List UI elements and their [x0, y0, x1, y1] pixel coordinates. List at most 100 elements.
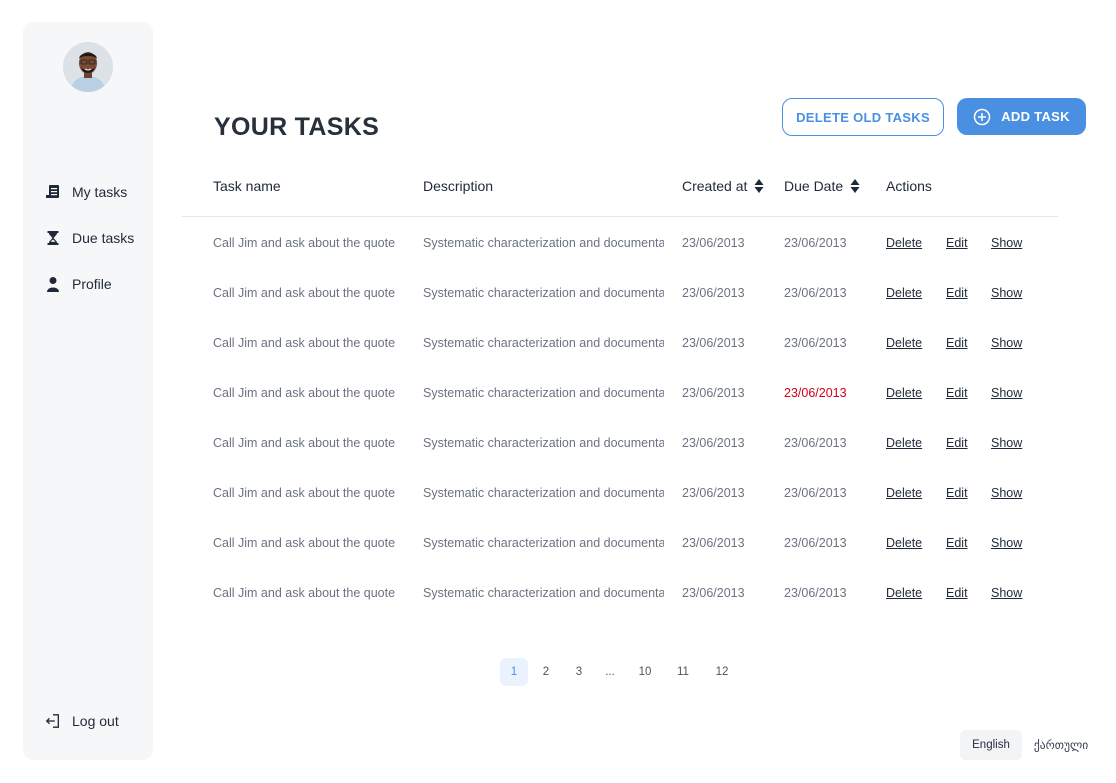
- edit-link[interactable]: Edit: [946, 586, 968, 600]
- add-task-label: ADD TASK: [1001, 109, 1070, 124]
- delete-link[interactable]: Delete: [886, 536, 922, 550]
- due-date-cell: 23/06/2013: [784, 236, 847, 250]
- due-date-cell: 23/06/2013: [784, 586, 847, 600]
- table-row: Call Jim and ask about the quote Systemat…: [0, 586, 1116, 606]
- column-header-description: Description: [423, 178, 493, 194]
- delete-old-tasks-label: DELETE OLD TASKS: [796, 109, 930, 125]
- created-at-cell: 23/06/2013: [682, 486, 745, 500]
- add-task-button[interactable]: ADD TASK: [957, 98, 1086, 135]
- description-cell: Systematic characterization and document…: [423, 536, 664, 550]
- description-cell: Systematic characterization and document…: [423, 436, 664, 450]
- task-name-cell: Call Jim and ask about the quote: [213, 236, 396, 250]
- delete-link[interactable]: Delete: [886, 586, 922, 600]
- task-name-cell: Call Jim and ask about the quote: [213, 586, 396, 600]
- show-link[interactable]: Show: [991, 336, 1022, 350]
- due-date-cell: 23/06/2013: [784, 336, 847, 350]
- description-cell: Systematic characterization and document…: [423, 386, 664, 400]
- column-header-actions: Actions: [886, 178, 932, 194]
- sort-icon[interactable]: [850, 178, 860, 194]
- column-header-created-at[interactable]: Created at: [682, 178, 764, 194]
- sidebar-item-label: My tasks: [72, 184, 128, 200]
- show-link[interactable]: Show: [991, 536, 1022, 550]
- column-header-label: Task name: [213, 178, 281, 194]
- language-english-button[interactable]: English: [960, 730, 1022, 760]
- show-link[interactable]: Show: [991, 486, 1022, 500]
- page-ellipsis: ...: [605, 666, 615, 678]
- sidebar-item-my-tasks[interactable]: My tasks: [45, 180, 127, 204]
- sort-icon[interactable]: [754, 178, 764, 194]
- created-at-cell: 23/06/2013: [682, 386, 745, 400]
- avatar-photo: [63, 42, 113, 92]
- created-at-cell: 23/06/2013: [682, 586, 745, 600]
- table-header-divider: [182, 216, 1058, 217]
- due-date-cell: 23/06/2013: [784, 286, 847, 300]
- show-link[interactable]: Show: [991, 436, 1022, 450]
- created-at-cell: 23/06/2013: [682, 436, 745, 450]
- page-button-2[interactable]: 2: [532, 658, 560, 686]
- description-cell: Systematic characterization and document…: [423, 286, 664, 300]
- edit-link[interactable]: Edit: [946, 536, 968, 550]
- pagination: 1 2 3 ... 10 11 12: [0, 658, 1116, 686]
- task-name-cell: Call Jim and ask about the quote: [213, 486, 396, 500]
- logout-button[interactable]: Log out: [45, 709, 119, 733]
- page-button-1[interactable]: 1: [500, 658, 528, 686]
- page-button-10[interactable]: 10: [631, 658, 659, 686]
- delete-link[interactable]: Delete: [886, 436, 922, 450]
- due-date-cell: 23/06/2013: [784, 536, 847, 550]
- created-at-cell: 23/06/2013: [682, 236, 745, 250]
- due-date-cell: 23/06/2013: [784, 386, 847, 400]
- edit-link[interactable]: Edit: [946, 486, 968, 500]
- column-header-label: Due Date: [784, 178, 844, 194]
- show-link[interactable]: Show: [991, 586, 1022, 600]
- show-link[interactable]: Show: [991, 286, 1022, 300]
- table-row: Call Jim and ask about the quote Systemat…: [0, 336, 1116, 356]
- delete-link[interactable]: Delete: [886, 486, 922, 500]
- plus-circle-icon: [973, 108, 991, 126]
- task-name-cell: Call Jim and ask about the quote: [213, 536, 396, 550]
- user-avatar[interactable]: [63, 42, 113, 92]
- created-at-cell: 23/06/2013: [682, 536, 745, 550]
- logout-label: Log out: [72, 713, 119, 729]
- table-row: Call Jim and ask about the quote Systemat…: [0, 436, 1116, 456]
- created-at-cell: 23/06/2013: [682, 286, 745, 300]
- task-name-cell: Call Jim and ask about the quote: [213, 286, 396, 300]
- delete-link[interactable]: Delete: [886, 336, 922, 350]
- task-name-cell: Call Jim and ask about the quote: [213, 386, 396, 400]
- edit-link[interactable]: Edit: [946, 436, 968, 450]
- show-link[interactable]: Show: [991, 386, 1022, 400]
- delete-link[interactable]: Delete: [886, 386, 922, 400]
- column-header-label: Actions: [886, 178, 932, 194]
- delete-link[interactable]: Delete: [886, 286, 922, 300]
- table-row: Call Jim and ask about the quote Systemat…: [0, 236, 1116, 256]
- page-button-11[interactable]: 11: [669, 658, 697, 686]
- edit-link[interactable]: Edit: [946, 336, 968, 350]
- created-at-cell: 23/06/2013: [682, 336, 745, 350]
- language-georgian-button[interactable]: ქართული: [1031, 730, 1091, 760]
- page-title: YOUR TASKS: [214, 113, 380, 141]
- page-button-12[interactable]: 12: [708, 658, 736, 686]
- due-date-cell: 23/06/2013: [784, 486, 847, 500]
- table-row: Call Jim and ask about the quote Systemat…: [0, 286, 1116, 306]
- delete-link[interactable]: Delete: [886, 236, 922, 250]
- edit-link[interactable]: Edit: [946, 386, 968, 400]
- delete-old-tasks-button[interactable]: DELETE OLD TASKS: [782, 98, 944, 136]
- table-row: Call Jim and ask about the quote Systemat…: [0, 386, 1116, 406]
- description-cell: Systematic characterization and document…: [423, 236, 664, 250]
- document-list-icon: [45, 184, 61, 200]
- description-cell: Systematic characterization and document…: [423, 336, 664, 350]
- page-button-3[interactable]: 3: [565, 658, 593, 686]
- show-link[interactable]: Show: [991, 236, 1022, 250]
- column-header-due-date[interactable]: Due Date: [784, 178, 860, 194]
- task-name-cell: Call Jim and ask about the quote: [213, 436, 396, 450]
- edit-link[interactable]: Edit: [946, 236, 968, 250]
- table-row: Call Jim and ask about the quote Systemat…: [0, 536, 1116, 556]
- column-header-label: Description: [423, 178, 494, 194]
- table-row: Call Jim and ask about the quote Systemat…: [0, 486, 1116, 506]
- column-header-task-name: Task name: [213, 178, 281, 194]
- column-header-label: Created at: [682, 178, 748, 194]
- description-cell: Systematic characterization and document…: [423, 586, 664, 600]
- edit-link[interactable]: Edit: [946, 286, 968, 300]
- task-name-cell: Call Jim and ask about the quote: [213, 336, 396, 350]
- logout-icon: [45, 713, 61, 729]
- due-date-cell: 23/06/2013: [784, 436, 847, 450]
